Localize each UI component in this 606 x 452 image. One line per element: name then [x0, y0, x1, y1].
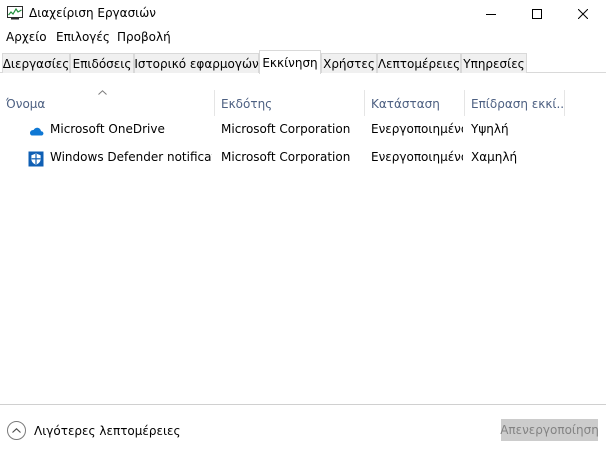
defender-shield-icon	[28, 151, 44, 167]
footer-bar: Λιγότερες λεπτομέρειες Απενεργοποίηση	[0, 404, 606, 452]
tab-services[interactable]: Υπηρεσίες	[461, 53, 527, 73]
window-title: Διαχείριση Εργασιών	[29, 6, 156, 20]
title-bar: Διαχείριση Εργασιών	[0, 0, 606, 27]
chevron-up-icon	[7, 421, 26, 440]
close-button[interactable]	[560, 0, 606, 27]
tab-startup[interactable]: Εκκίνηση	[259, 50, 321, 74]
row-publisher: Microsoft Corporation	[221, 122, 351, 136]
row-name: Windows Defender notificati...	[50, 150, 212, 164]
close-icon	[578, 8, 588, 19]
menu-file[interactable]: Αρχείο	[6, 30, 47, 44]
task-manager-icon	[7, 6, 23, 20]
tab-details[interactable]: Λεπτομέρειες	[377, 53, 461, 73]
column-header-row: Όνομα Εκδότης Κατάσταση Επίδραση εκκί...	[0, 88, 606, 116]
maximize-button[interactable]	[514, 0, 560, 27]
menu-view[interactable]: Προβολή	[117, 30, 171, 44]
tab-users[interactable]: Χρήστες	[321, 53, 377, 73]
tab-processes[interactable]: Διεργασίες	[2, 53, 70, 73]
row-impact: Χαμηλή	[471, 150, 518, 164]
row-status: Ενεργοποιημένο	[371, 150, 463, 164]
maximize-icon	[532, 8, 542, 19]
fewer-details-label: Λιγότερες λεπτομέρειες	[34, 423, 181, 438]
table-row[interactable]: Microsoft OneDrive Microsoft Corporation…	[0, 116, 606, 144]
minimize-icon	[486, 13, 496, 15]
row-publisher: Microsoft Corporation	[221, 150, 351, 164]
column-header-status[interactable]: Κατάσταση	[365, 88, 464, 116]
onedrive-icon	[29, 127, 44, 136]
column-header-startup-impact[interactable]: Επίδραση εκκί...	[465, 88, 564, 116]
minimize-button[interactable]	[468, 0, 514, 27]
row-name: Microsoft OneDrive	[50, 122, 165, 136]
row-status: Ενεργοποιημένο	[371, 122, 463, 136]
column-header-publisher[interactable]: Εκδότης	[215, 88, 364, 116]
menu-bar: Αρχείο Επιλογές Προβολή	[0, 28, 606, 48]
disable-button[interactable]: Απενεργοποίηση	[500, 419, 599, 441]
fewer-details-button[interactable]: Λιγότερες λεπτομέρειες	[7, 421, 181, 440]
tab-app-history[interactable]: Ιστορικό εφαρμογών	[134, 53, 259, 73]
tab-strip: Διεργασίες Επιδόσεις Ιστορικό εφαρμογών …	[0, 50, 606, 74]
column-divider[interactable]	[564, 90, 565, 116]
column-header-name[interactable]: Όνομα	[0, 88, 214, 116]
menu-options[interactable]: Επιλογές	[56, 30, 110, 44]
tab-performance[interactable]: Επιδόσεις	[70, 53, 134, 73]
table-row[interactable]: Windows Defender notificati... Microsoft…	[0, 144, 606, 172]
row-impact: Υψηλή	[471, 122, 509, 136]
